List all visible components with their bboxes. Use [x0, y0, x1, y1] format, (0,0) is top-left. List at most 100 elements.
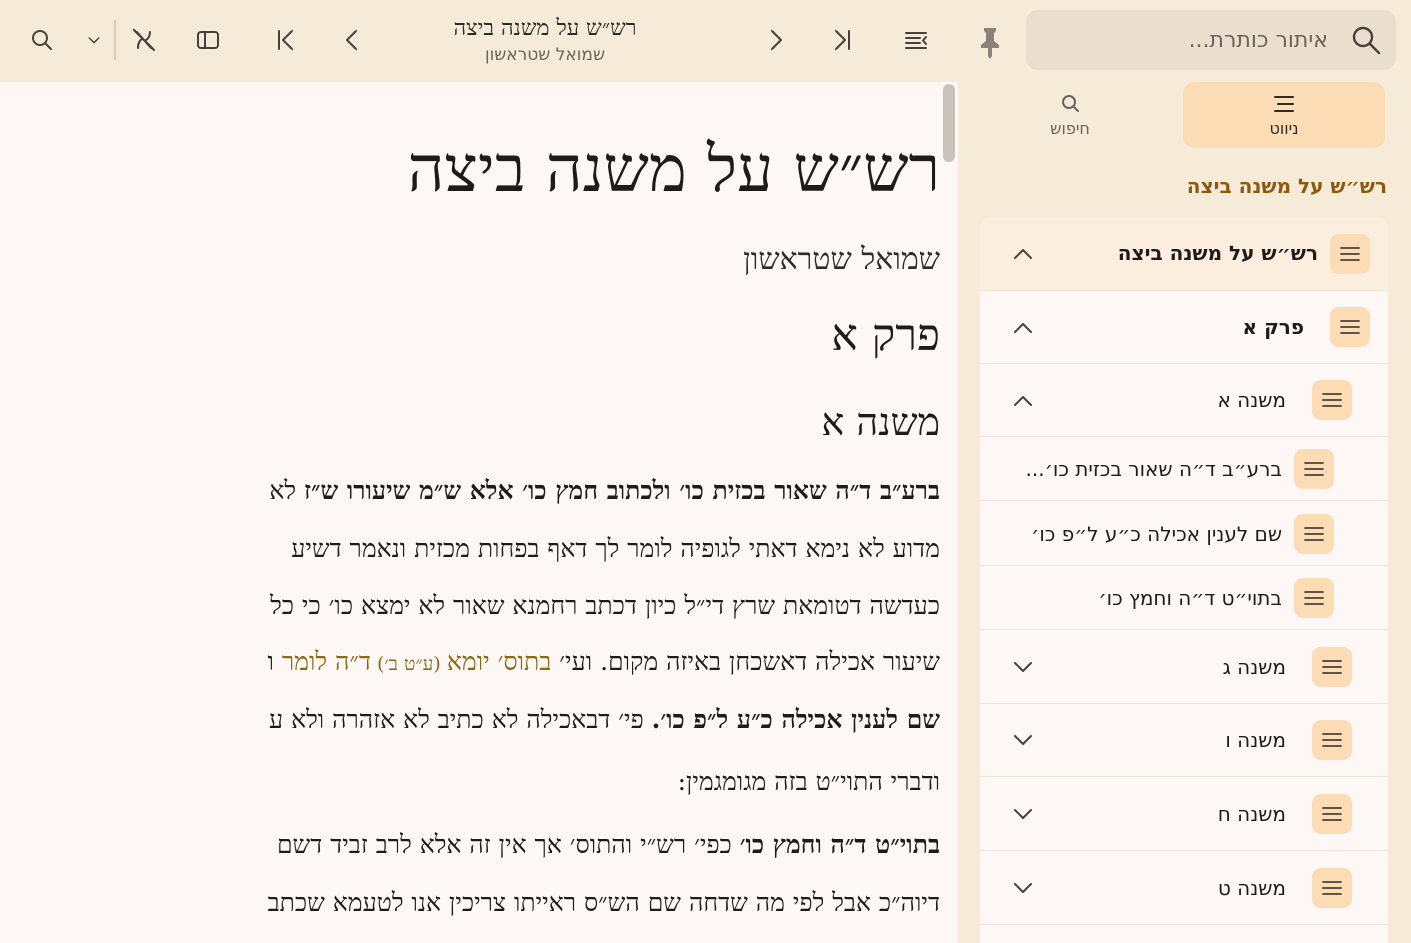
tab-search-label: חיפוש — [1050, 118, 1090, 138]
list-icon[interactable] — [1312, 720, 1352, 760]
chevron-right-icon — [771, 30, 782, 50]
toc-item[interactable]: משנה א — [980, 364, 1388, 437]
list-icon[interactable] — [1330, 234, 1370, 274]
text-line: מדוע לא נימא דאתי לגופיה לומר לך דאף בפח… — [291, 532, 940, 566]
chevron-down-icon[interactable] — [1010, 801, 1036, 827]
sidebar: ניווט חיפוש רש״ש על משנה ביצה רש״ש על מש… — [960, 0, 1411, 943]
text-span: ו — [267, 647, 282, 676]
go-to-end-button[interactable] — [264, 18, 308, 62]
toc-item-label: שם לענין אכילה כ״ע ל״פ כו׳ — [1031, 522, 1282, 546]
toc-lines-icon — [905, 32, 927, 49]
reading-pane[interactable]: רש״ש על משנה ביצה שמואל שטראשון פרק א מש… — [0, 82, 958, 943]
skip-to-end-icon — [278, 30, 293, 50]
chevron-down-icon[interactable] — [1010, 654, 1036, 680]
previous-section-button[interactable] — [754, 18, 798, 62]
toc-item-label: משנה א — [1217, 388, 1286, 412]
go-to-start-button[interactable] — [820, 18, 864, 62]
alef-icon — [132, 28, 156, 52]
list-icon[interactable] — [1294, 514, 1334, 554]
toc-item[interactable]: משנה ג — [980, 630, 1388, 704]
list-icon[interactable] — [1312, 868, 1352, 908]
text-line: בתוי״ט ד״ה וחמץ כו׳ כפי׳ רש״י והתוס׳ אך … — [277, 828, 940, 862]
toc-item[interactable]: בתוי״ט ד״ה וחמץ כו׳ — [980, 566, 1388, 630]
dibur-hamatchil: שם לענין אכילה כ״ע ל״פ כו׳. — [651, 705, 940, 734]
text-line: כעדשה דטומאת שרץ די״ל כיון דכתב רחמנא שא… — [270, 589, 940, 623]
toc-item[interactable]: פרק א — [980, 291, 1388, 364]
citation-reference: (ע״ט ב׳) — [370, 653, 447, 675]
toc-item-label: פרק א — [1242, 315, 1304, 339]
pin-sidebar-button[interactable] — [972, 22, 1008, 62]
tab-navigation-label: ניווט — [1269, 118, 1299, 138]
toc-item-label: בתוי״ט ד״ה וחמץ כו׳ — [1098, 586, 1282, 610]
tab-navigation[interactable]: ניווט — [1183, 82, 1385, 148]
text-line: דיוה״כ אבל לפי מה שדחה שם הש״ס ראייתו צר… — [268, 886, 940, 920]
toc-item-label: ברע״ב ד״ה שאור בכזית כו׳... — [1025, 457, 1283, 481]
list-icon[interactable] — [1294, 449, 1334, 489]
dibur-hamatchil: בתוי״ט ד״ה וחמץ כו׳ — [739, 830, 940, 859]
search-in-book-button[interactable] — [20, 18, 64, 62]
dibur-hamatchil: ברע״ב ד״ה שאור בכזית כו׳ ולכתוב חמץ כו׳ … — [303, 476, 940, 505]
chevron-up-icon[interactable] — [1010, 240, 1036, 266]
toc-item[interactable]: משנה ח — [980, 777, 1388, 851]
toc-item-label: רש״ש על משנה ביצה — [1117, 241, 1318, 265]
toc-item[interactable]: רש״ש על משנה ביצה — [980, 217, 1388, 291]
list-icon[interactable] — [1312, 380, 1352, 420]
reader-scrollbar[interactable] — [943, 84, 955, 162]
skip-to-start-icon — [835, 30, 850, 50]
book-header-title: רש״ש על משנה ביצה — [453, 16, 637, 41]
text-span: שיעור אכילה דאשכחן באיזה מקום. ועי׳ — [551, 647, 940, 676]
text-span: פי׳ דבאכילה לא כתיב לא אזהרה ולא ע — [268, 705, 652, 734]
text-span: מדוע לא נימא דאתי לגופיה לומר לך דאף בפח… — [291, 534, 940, 563]
chevron-down-icon — [88, 37, 100, 44]
toggle-sidebar-button[interactable] — [186, 18, 230, 62]
title-search-box[interactable] — [1026, 10, 1396, 70]
toc-item[interactable]: משנה ט — [980, 851, 1388, 925]
nav-book-title[interactable]: רש״ש על משנה ביצה — [1187, 174, 1387, 198]
app-window: רש״ש על משנה ביצה שמואל שטראשון רש״ש על … — [0, 0, 1411, 943]
text-line: שיעור אכילה דאשכחן באיזה מקום. ועי׳ בתוס… — [268, 645, 940, 681]
toc-item[interactable]: שם לענין אכילה כ״ע ל״פ כו׳ — [980, 501, 1388, 566]
list-icon[interactable] — [1294, 578, 1334, 618]
next-section-button[interactable] — [330, 18, 374, 62]
chapter-heading: פרק א — [831, 310, 940, 361]
toc-item-label: משנה ט — [1217, 876, 1286, 900]
toc-item[interactable]: ברע״ב ד״ה שאור בכזית כו׳... — [980, 437, 1388, 501]
book-header-author: שמואל שטראשון — [485, 45, 605, 65]
chevron-up-icon[interactable] — [1010, 387, 1036, 413]
list-icon[interactable] — [1312, 794, 1352, 834]
book-title: רש״ש על משנה ביצה — [407, 133, 940, 207]
menu-lines-icon — [1274, 95, 1294, 112]
tosafot-yoma-link[interactable]: בתוס׳ יומא — [447, 647, 551, 676]
toolbar-divider — [114, 20, 116, 60]
list-icon[interactable] — [1312, 647, 1352, 687]
chevron-down-icon[interactable] — [1010, 727, 1036, 753]
title-search-input[interactable] — [1098, 24, 1328, 56]
search-icon — [1062, 94, 1079, 112]
sidebar-icon — [197, 31, 219, 49]
hebrew-font-button[interactable] — [122, 18, 166, 62]
toc-item-label: משנה ו — [1225, 728, 1286, 752]
list-icon[interactable] — [1330, 307, 1370, 347]
text-line: ודברי התוי״ט בזה מגומגמין: — [678, 765, 940, 799]
text-span: לא — [269, 476, 304, 505]
toolbar: רש״ש על משנה ביצה שמואל שטראשון — [0, 0, 960, 82]
text-line: ברע״ב ד״ה שאור בכזית כו׳ ולכתוב חמץ כו׳ … — [269, 474, 940, 508]
search-icon — [32, 30, 52, 50]
text-span: כפי׳ רש״י והתוס׳ אך אין זה אלא לרב זביד … — [276, 830, 740, 859]
toc-item[interactable]: משנה ו — [980, 704, 1388, 777]
text-line: שם לענין אכילה כ״ע ל״פ כו׳. פי׳ דבאכילה … — [269, 703, 940, 737]
dh-lomar-link[interactable]: ד״ה לומר — [282, 647, 371, 676]
toc-item-label: משנה ג — [1222, 655, 1286, 679]
tab-search[interactable]: חיפוש — [970, 82, 1170, 148]
chevron-down-icon[interactable] — [1010, 875, 1036, 901]
table-of-contents-button[interactable] — [894, 18, 938, 62]
table-of-contents: רש״ש על משנה ביצה פרק א משנה א ברע״ב ד״ה… — [980, 217, 1388, 943]
toc-item-label: משנה ח — [1217, 802, 1286, 826]
book-header: רש״ש על משנה ביצה שמואל שטראשון — [380, 14, 710, 66]
mishna-heading: משנה א — [821, 400, 940, 444]
text-span: כעדשה דטומאת שרץ די״ל כיון דכתב רחמנא שא… — [270, 591, 940, 620]
chevron-up-icon[interactable] — [1010, 314, 1036, 340]
font-dropdown-button[interactable] — [74, 18, 114, 62]
chevron-left-icon — [346, 30, 357, 50]
search-icon — [1350, 24, 1382, 56]
